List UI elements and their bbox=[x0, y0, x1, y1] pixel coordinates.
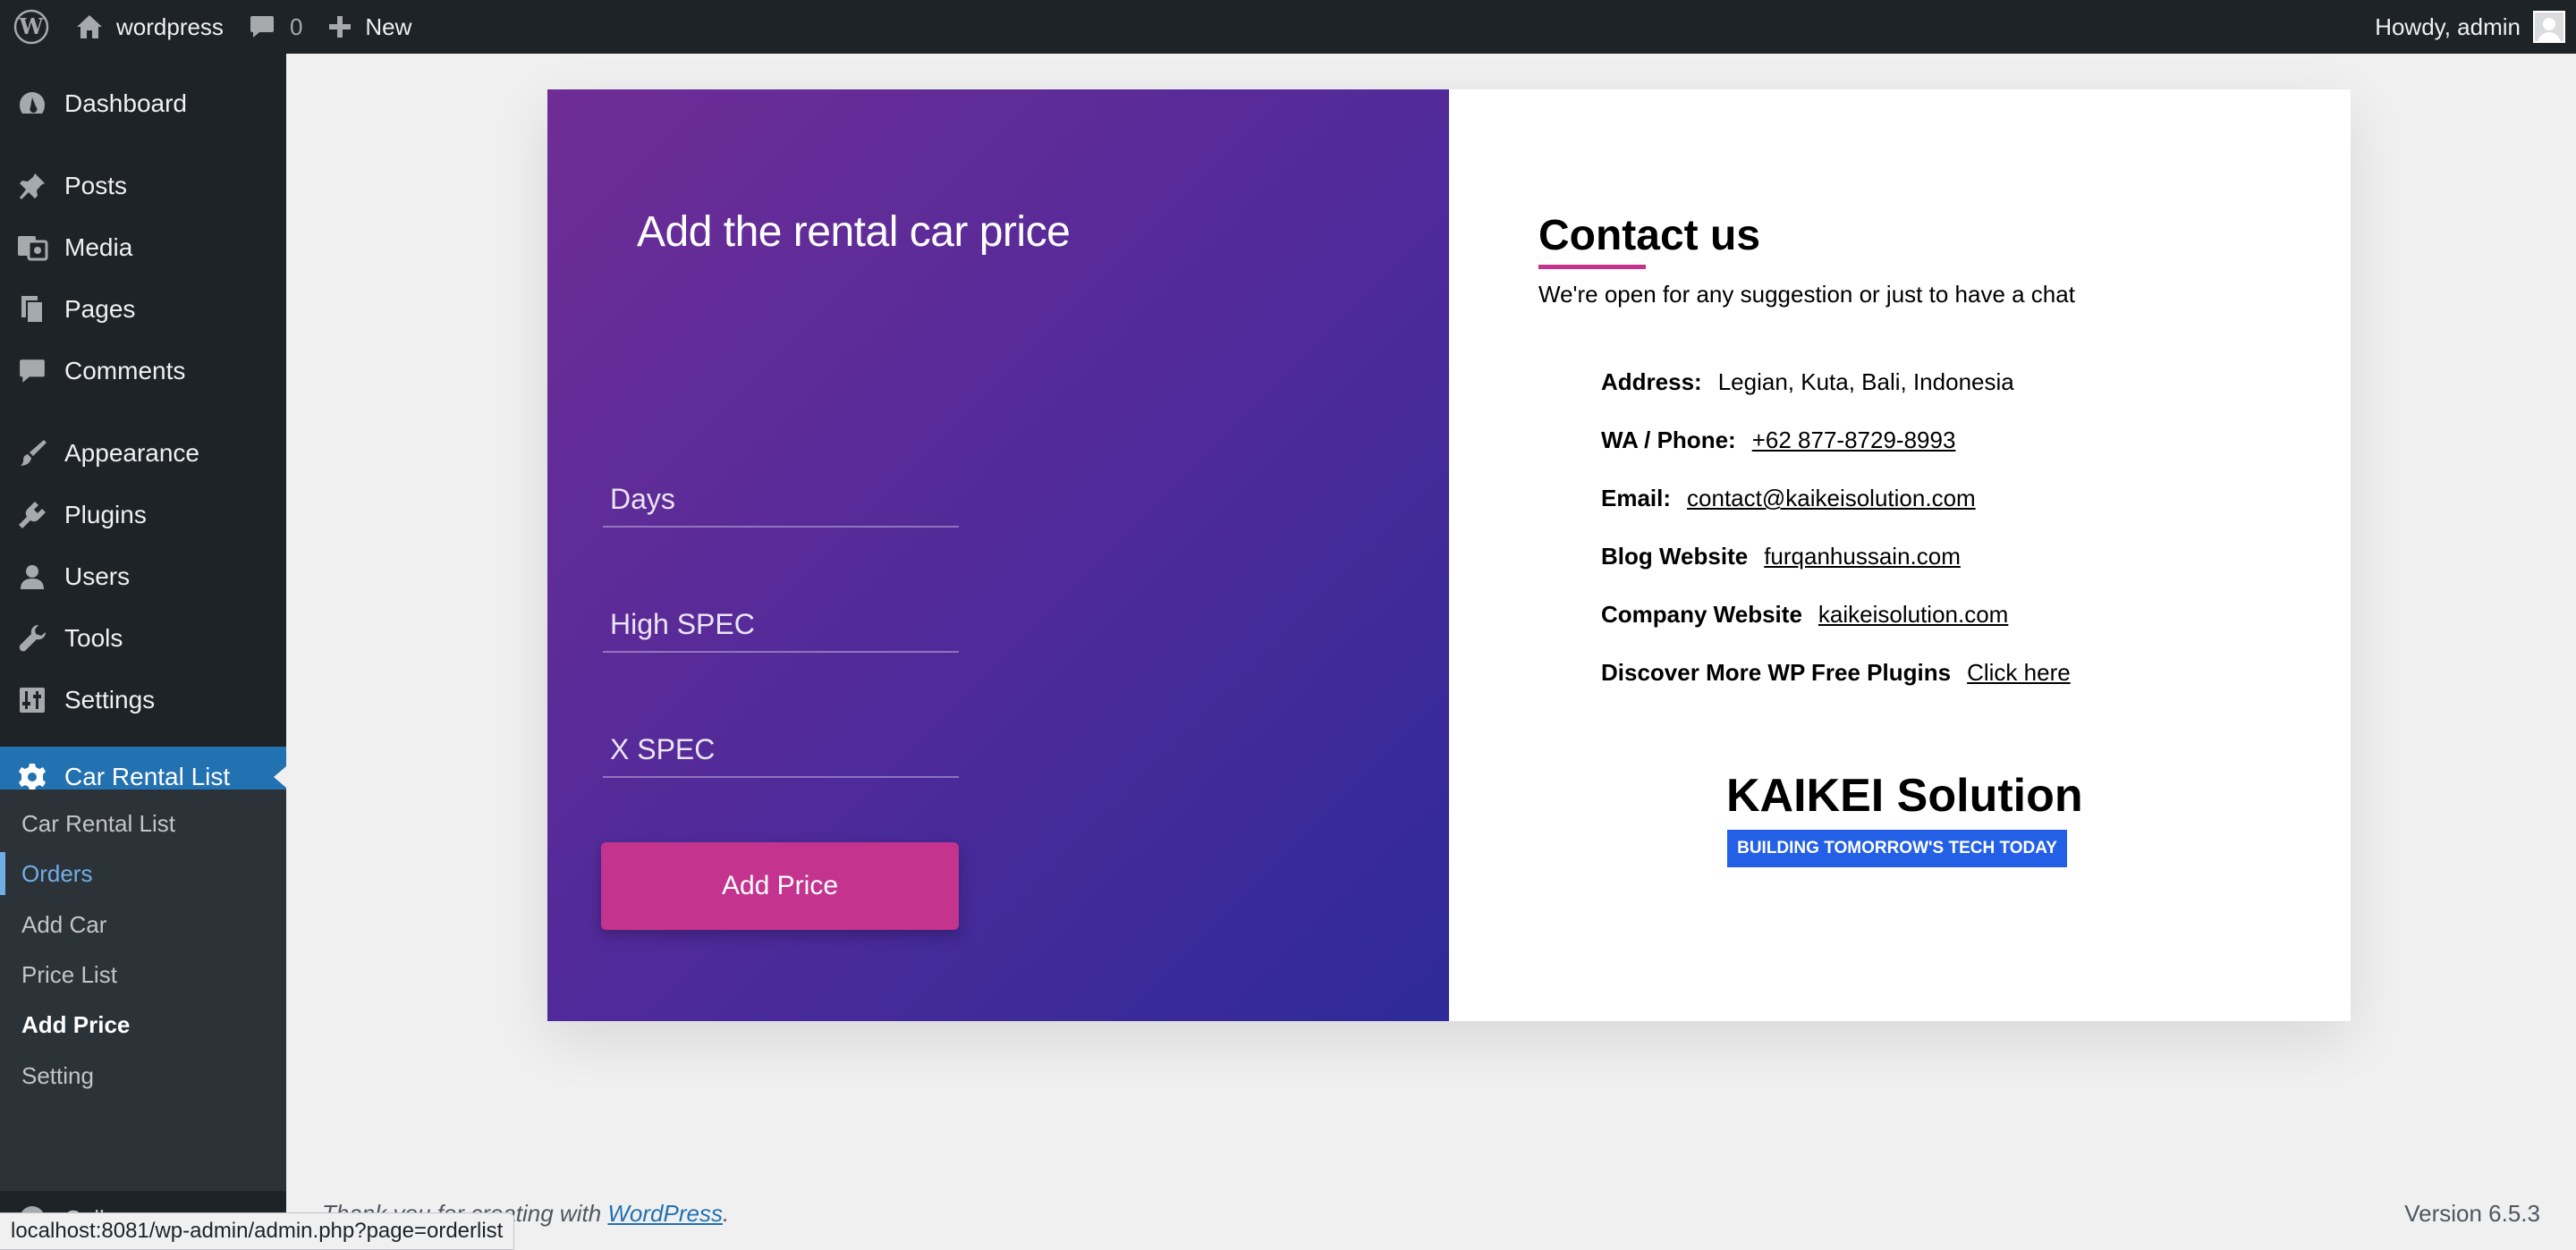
phone-row: WA / Phone: +62 877-8729-8993 bbox=[1601, 427, 1956, 454]
site-name-link[interactable]: wordpress bbox=[63, 0, 238, 54]
gear-icon bbox=[19, 764, 46, 790]
submenu-item-car-rental-list[interactable]: Car Rental List bbox=[0, 798, 286, 849]
site-name: wordpress bbox=[116, 13, 224, 40]
x-spec-field-wrapper bbox=[603, 696, 959, 778]
new-label: New bbox=[365, 13, 412, 40]
address-value: Legian, Kuta, Bali, Indonesia bbox=[1717, 368, 2014, 395]
account-menu[interactable]: Howdy, admin bbox=[2375, 0, 2565, 54]
submenu-item-setting[interactable]: Setting bbox=[0, 1051, 286, 1101]
comment-icon bbox=[20, 359, 45, 383]
dashboard-icon bbox=[20, 92, 45, 114]
contact-panel: Contact us We're open for any suggestion… bbox=[1449, 89, 2351, 1021]
kaikei-logo[interactable]: KAIKEI Solution BUILDING TOMORROW'S TECH… bbox=[1726, 769, 2083, 867]
footer-version: Version 6.5.3 bbox=[2404, 1200, 2540, 1227]
sidebar-item-appearance[interactable]: Appearance bbox=[0, 423, 286, 484]
submenu-item-price-list[interactable]: Price List bbox=[0, 950, 286, 1000]
x-spec-input[interactable] bbox=[603, 696, 959, 776]
plus-icon bbox=[329, 16, 352, 38]
sliders-icon bbox=[20, 688, 45, 713]
email-link[interactable]: contact@kaikeisolution.com bbox=[1687, 485, 1976, 512]
high-spec-field-wrapper bbox=[603, 570, 959, 653]
plugins-row: Discover More WP Free Plugins Click here bbox=[1601, 659, 2071, 687]
howdy-text: Howdy, admin bbox=[2375, 13, 2521, 40]
browser-status-bar: localhost:8081/wp-admin/admin.php?page=o… bbox=[0, 1212, 515, 1250]
home-icon bbox=[77, 15, 102, 38]
svg-text:W: W bbox=[19, 13, 45, 39]
days-input[interactable] bbox=[603, 445, 959, 526]
phone-link[interactable]: +62 877-8729-8993 bbox=[1752, 427, 1956, 454]
sidebar-item-tools[interactable]: Tools bbox=[0, 608, 286, 669]
pages-icon bbox=[21, 296, 44, 324]
high-spec-input[interactable] bbox=[603, 570, 959, 651]
days-field-wrapper bbox=[603, 445, 959, 528]
wordpress-logo-icon: W bbox=[13, 9, 49, 45]
wrench-icon bbox=[19, 624, 47, 652]
paintbrush-icon bbox=[21, 440, 47, 466]
add-price-button[interactable]: Add Price bbox=[601, 842, 959, 930]
plugin-icon bbox=[19, 502, 46, 528]
blog-link[interactable]: furqanhussain.com bbox=[1764, 543, 1961, 570]
blog-row: Blog Website furqanhussain.com bbox=[1601, 543, 1961, 570]
sidebar-item-dashboard[interactable]: Dashboard bbox=[0, 73, 286, 134]
media-icon bbox=[18, 236, 48, 261]
new-content-button[interactable]: New bbox=[318, 0, 426, 54]
company-link[interactable]: kaikeisolution.com bbox=[1818, 601, 2008, 629]
sidebar-item-users[interactable]: Users bbox=[0, 546, 286, 607]
submenu-item-orders[interactable]: Orders bbox=[0, 849, 286, 899]
comment-count: 0 bbox=[289, 13, 303, 40]
add-price-form-panel: Add the rental car price Add Price bbox=[547, 89, 1449, 1021]
sidebar-item-comments[interactable]: Comments bbox=[0, 341, 286, 401]
contact-subtitle: We're open for any suggestion or just to… bbox=[1538, 281, 2075, 308]
wordpress-logo-menu[interactable]: W bbox=[0, 0, 63, 54]
add-price-card: Add the rental car price Add Price Conta… bbox=[547, 89, 2351, 1021]
click-here-link[interactable]: Click here bbox=[1967, 659, 2071, 687]
car-rental-submenu: Car Rental List Orders Add Car Price Lis… bbox=[0, 790, 286, 1191]
admin-bar: W wordpress 0 New Howdy, admin bbox=[0, 0, 2576, 54]
sidebar-item-settings[interactable]: Settings bbox=[0, 670, 286, 731]
submenu-item-add-car[interactable]: Add Car bbox=[0, 899, 286, 950]
comments-link[interactable]: 0 bbox=[238, 0, 318, 54]
email-row: Email: contact@kaikeisolution.com bbox=[1601, 485, 1976, 512]
sidebar-item-plugins[interactable]: Plugins bbox=[0, 485, 286, 545]
pushpin-icon bbox=[20, 173, 45, 199]
comment-icon bbox=[250, 16, 274, 38]
submenu-item-add-price[interactable]: Add Price bbox=[0, 1000, 286, 1050]
wordpress-link[interactable]: WordPress bbox=[607, 1200, 723, 1227]
address-row: Address: Legian, Kuta, Bali, Indonesia bbox=[1601, 368, 2014, 395]
brand-tagline: BUILDING TOMORROW'S TECH TODAY bbox=[1727, 830, 2067, 867]
form-title: Add the rental car price bbox=[637, 208, 1071, 256]
sidebar-item-media[interactable]: Media bbox=[0, 217, 286, 278]
sidebar-item-posts[interactable]: Posts bbox=[0, 156, 286, 216]
company-row: Company Website kaikeisolution.com bbox=[1601, 601, 2009, 629]
avatar bbox=[2533, 11, 2565, 43]
brand-name: KAIKEI Solution bbox=[1726, 770, 2083, 822]
sidebar-item-pages[interactable]: Pages bbox=[0, 279, 286, 340]
admin-sidebar: Dashboard Posts Media Pages Comments App… bbox=[0, 54, 286, 1250]
contact-title: Contact us bbox=[1538, 212, 1761, 259]
contact-title-underline bbox=[1538, 265, 1646, 269]
user-icon bbox=[21, 565, 44, 589]
